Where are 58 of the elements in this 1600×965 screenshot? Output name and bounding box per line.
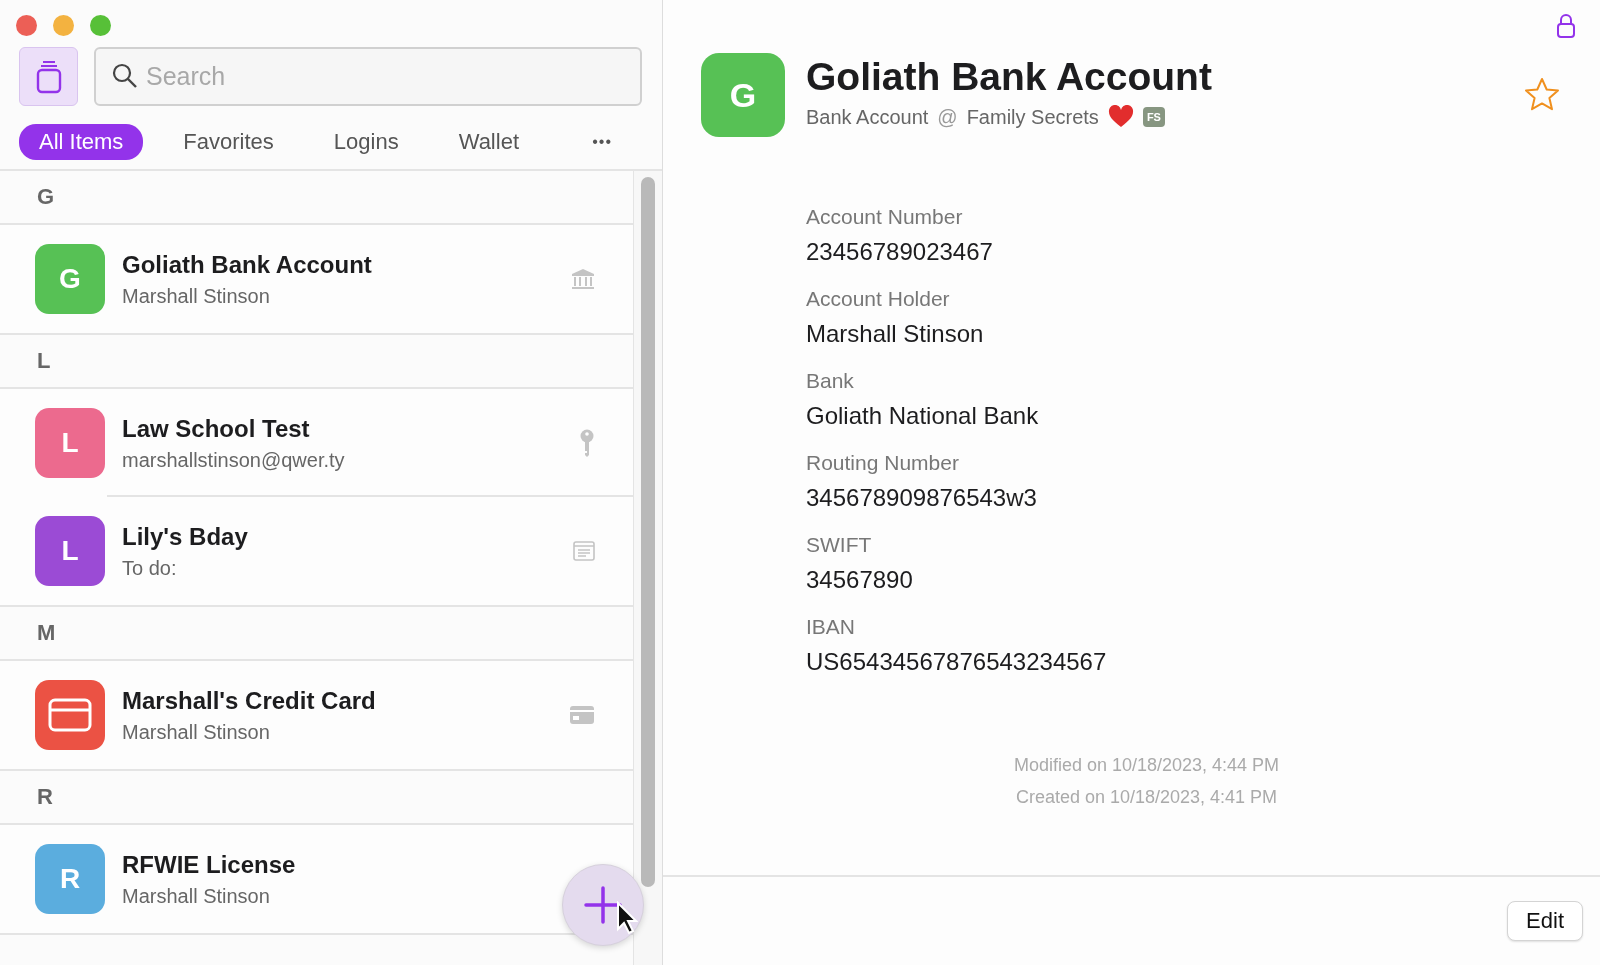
card-icon — [569, 705, 595, 725]
field-label: Routing Number — [806, 451, 960, 475]
item-title: Goliath Bank Account — [806, 55, 1213, 99]
modified-date: Modified on 10/18/2023, 4:44 PM — [1012, 754, 1281, 777]
bank-icon — [571, 268, 595, 290]
edit-button[interactable]: Edit — [1507, 901, 1583, 941]
scrollbar-thumb[interactable] — [641, 177, 655, 887]
at-sign: @ — [937, 105, 958, 129]
item-avatar: G — [35, 244, 105, 314]
vault-button[interactable] — [19, 47, 78, 106]
plus-icon — [583, 885, 623, 925]
item-title: Law School Test — [122, 414, 310, 443]
item-avatar: R — [35, 844, 105, 914]
item-avatar: L — [35, 408, 105, 478]
item-subtitle: marshallstinson@qwer.ty — [122, 448, 345, 472]
minimize-button[interactable] — [53, 15, 74, 36]
filter-tab[interactable]: Wallet — [438, 124, 539, 160]
item-subtitle: Marshall Stinson — [122, 720, 270, 744]
item-avatar: L — [35, 516, 105, 586]
favorite-button[interactable] — [1524, 77, 1560, 113]
item-title: Marshall's Credit Card — [122, 686, 376, 715]
search-icon — [112, 63, 138, 89]
star-icon — [1524, 77, 1560, 113]
item-subtitle: To do: — [122, 556, 177, 580]
filter-tab[interactable]: All Items — [19, 124, 144, 160]
close-button[interactable] — [16, 15, 37, 36]
vault-badge: FS — [1142, 107, 1165, 127]
filter-tab[interactable]: Favorites — [163, 124, 294, 160]
filter-tab[interactable]: Logins — [313, 124, 419, 160]
field-value: 34567890 — [806, 566, 914, 594]
field-label: Account Holder — [806, 287, 951, 311]
field-value: Goliath National Bank — [806, 402, 1040, 430]
key-icon — [579, 429, 595, 457]
field-value: 345678909876543w3 — [806, 484, 1038, 512]
item-subtitle: Marshall Stinson — [122, 284, 270, 308]
field-label: SWIFT — [806, 533, 873, 557]
zoom-button[interactable] — [90, 15, 111, 36]
item-avatar: G — [701, 53, 785, 137]
lock-icon[interactable] — [1556, 13, 1576, 39]
card-icon — [48, 698, 92, 732]
field-label: IBAN — [806, 615, 856, 639]
heart-icon — [1107, 105, 1134, 129]
field-value: 23456789023467 — [806, 238, 994, 266]
search-field[interactable]: Search — [94, 47, 642, 106]
vault-name: Family Secrets — [966, 105, 1099, 129]
vault-icon — [35, 59, 62, 94]
more-button[interactable]: ••• — [586, 132, 618, 152]
item-title: Goliath Bank Account — [122, 250, 372, 279]
field-value: Marshall Stinson — [806, 320, 985, 348]
item-subtitle: Marshall Stinson — [122, 884, 270, 908]
item-title: Lily's Bday — [122, 522, 248, 551]
item-title: RFWIE License — [122, 850, 296, 879]
created-date: Created on 10/18/2023, 4:41 PM — [1014, 786, 1279, 809]
note-icon — [573, 541, 595, 561]
field-value: US65434567876543234567 — [806, 648, 1108, 676]
item-category: Bank Account — [806, 105, 929, 129]
field-label: Account Number — [806, 205, 964, 229]
field-label: Bank — [806, 369, 855, 393]
